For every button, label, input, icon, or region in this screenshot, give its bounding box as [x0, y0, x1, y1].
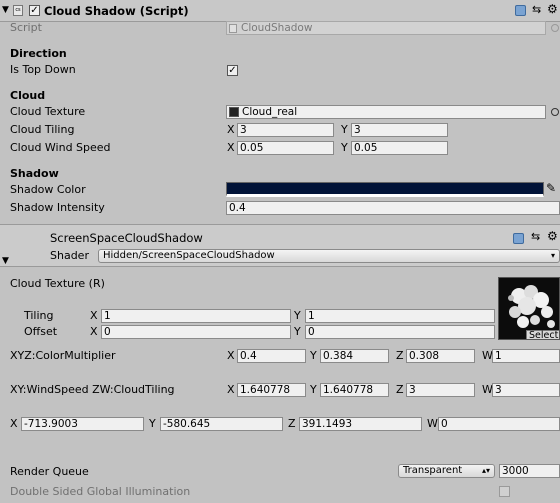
tiling-x-axis: X [90, 309, 98, 322]
cloud-tiling-y-axis: Y [341, 123, 348, 136]
render-queue-arrow-icon: ▴▾ [481, 466, 490, 475]
offset-y-axis: Y [294, 325, 301, 338]
shadow-header: Shadow [10, 167, 59, 180]
wt-x-axis: X [227, 383, 235, 396]
offset-x-axis: X [90, 325, 98, 338]
tiling-y-axis: Y [294, 309, 301, 322]
vec-z-axis: Z [288, 417, 296, 430]
cloud-texture-label: Cloud Texture [10, 105, 86, 118]
cm-y-field[interactable]: 0.384 [320, 349, 389, 363]
preset-icon[interactable]: ⇆ [532, 3, 541, 16]
cm-x-field[interactable]: 0.4 [237, 349, 306, 363]
component-enabled-checkbox[interactable]: ✓ [29, 5, 40, 16]
shadow-intensity-label: Shadow Intensity [10, 201, 105, 214]
component-title: Cloud Shadow (Script) [44, 4, 189, 18]
wt-y-field[interactable]: 1.640778 [320, 383, 389, 397]
cloud-tiling-x-field[interactable]: 3 [237, 123, 334, 137]
vec-x-field[interactable]: -713.9003 [21, 417, 144, 431]
is-top-down-label: Is Top Down [10, 63, 76, 76]
wt-w-field[interactable]: 3 [492, 383, 560, 397]
offset-label: Offset [24, 325, 58, 338]
component-header[interactable]: ▼ cs ✓ Cloud Shadow (Script) ⇆ ⚙ [0, 0, 560, 22]
cloud-tiling-label: Cloud Tiling [10, 123, 75, 136]
double-sided-gi-checkbox[interactable] [499, 486, 510, 497]
direction-header: Direction [10, 47, 67, 60]
material-cloud-texture-label: Cloud Texture (R) [10, 277, 105, 290]
material-name: ScreenSpaceCloudShadow [50, 231, 203, 245]
material-gear-icon[interactable]: ⚙ [547, 229, 558, 243]
wt-y-axis: Y [310, 383, 317, 396]
cloud-tiling-y-field[interactable]: 3 [351, 123, 448, 137]
shader-dropdown[interactable]: Hidden/ScreenSpaceCloudShadow ▾ [98, 249, 560, 263]
wind-tiling-label: XY:WindSpeed ZW:CloudTiling [10, 383, 175, 396]
material-help-icon[interactable] [513, 233, 524, 244]
vec-z-field[interactable]: 391.1493 [299, 417, 422, 431]
script-field[interactable]: CloudShadow [226, 21, 546, 35]
wt-z-field[interactable]: 3 [406, 383, 475, 397]
shader-label: Shader [50, 249, 89, 262]
cloud-texture-picker-icon[interactable] [551, 108, 559, 116]
color-multiplier-label: XYZ:ColorMultiplier [10, 349, 116, 362]
render-queue-dropdown[interactable]: Transparent ▴▾ [398, 464, 495, 478]
cm-w-field[interactable]: 1 [492, 349, 560, 363]
material-header[interactable]: ScreenSpaceCloudShadow Shader Hidden/Scr… [0, 225, 560, 267]
material-preset-icon[interactable]: ⇆ [531, 230, 540, 243]
script-doc-icon [229, 24, 237, 33]
wind-x-field[interactable]: 0.05 [237, 141, 334, 155]
cm-z-field[interactable]: 0.308 [406, 349, 475, 363]
cm-x-axis: X [227, 349, 235, 362]
render-queue-field[interactable]: 3000 [499, 464, 560, 478]
eyedropper-icon[interactable]: ✎ [546, 181, 556, 195]
texture-icon [229, 107, 239, 117]
tiling-x-field[interactable]: 1 [101, 309, 291, 323]
help-icon[interactable] [515, 5, 526, 16]
cloud-header: Cloud [10, 89, 46, 102]
vec-w-axis: W [427, 417, 438, 430]
cloud-tiling-x-axis: X [227, 123, 235, 136]
foldout-arrow-icon[interactable]: ▼ [2, 5, 9, 15]
is-top-down-checkbox[interactable]: ✓ [227, 65, 238, 76]
gear-icon[interactable]: ⚙ [547, 2, 558, 16]
offset-y-field[interactable]: 0 [305, 325, 495, 339]
shadow-color-label: Shadow Color [10, 183, 86, 196]
double-sided-gi-label: Double Sided Global Illumination [10, 485, 191, 498]
script-icon: cs [13, 5, 23, 16]
vec-w-field[interactable]: 0 [438, 417, 560, 431]
render-queue-label: Render Queue [10, 465, 89, 478]
vec-x-axis: X [10, 417, 18, 430]
script-label: Script [10, 21, 42, 34]
cm-y-axis: Y [310, 349, 317, 362]
vec-y-field[interactable]: -580.645 [160, 417, 283, 431]
wind-y-axis: Y [341, 141, 348, 154]
wt-x-field[interactable]: 1.640778 [237, 383, 306, 397]
wind-x-axis: X [227, 141, 235, 154]
script-picker-icon[interactable] [551, 24, 559, 32]
texture-select-button[interactable]: Select [526, 330, 559, 339]
vec-y-axis: Y [149, 417, 156, 430]
offset-x-field[interactable]: 0 [101, 325, 291, 339]
dropdown-arrow-icon: ▾ [550, 251, 555, 260]
cloud-texture-thumbnail[interactable]: Select [498, 277, 560, 340]
material-foldout-arrow-icon[interactable]: ▼ [2, 256, 9, 266]
cloud-wind-speed-label: Cloud Wind Speed [10, 141, 111, 154]
cm-z-axis: Z [396, 349, 404, 362]
tiling-y-field[interactable]: 1 [305, 309, 495, 323]
wind-y-field[interactable]: 0.05 [351, 141, 448, 155]
wt-z-axis: Z [396, 383, 404, 396]
tiling-label: Tiling [24, 309, 54, 322]
shadow-intensity-field[interactable]: 0.4 [226, 201, 560, 215]
shadow-color-swatch[interactable] [226, 182, 544, 197]
cloud-texture-field[interactable]: Cloud_real [226, 105, 546, 119]
